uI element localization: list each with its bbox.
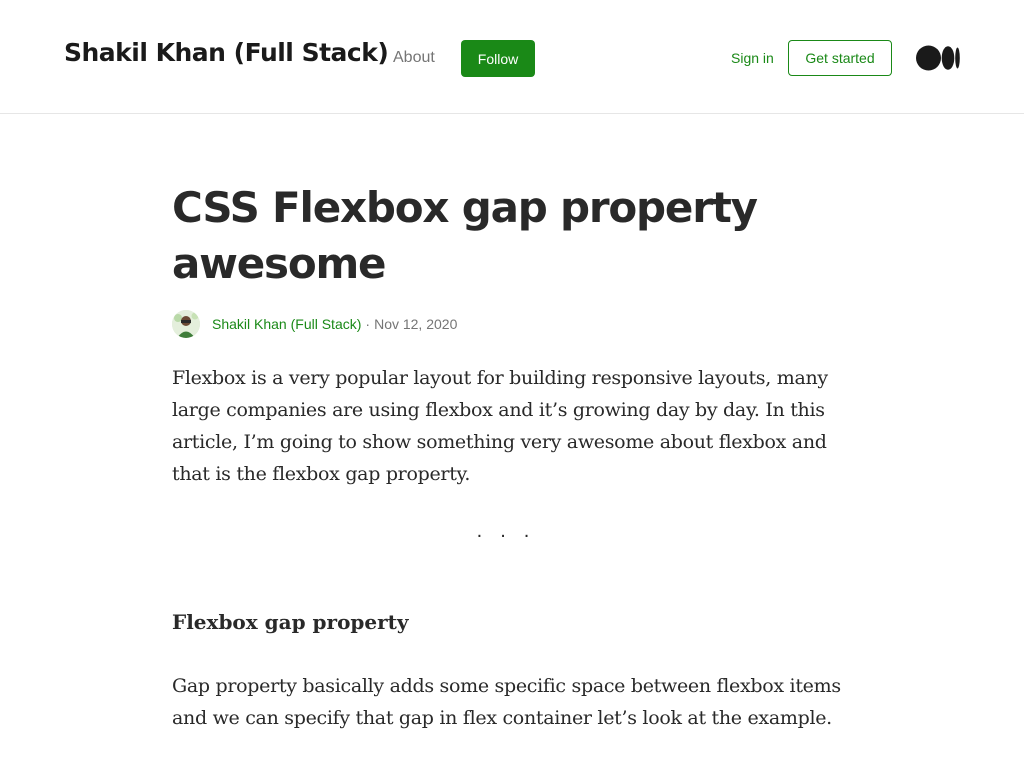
article-header: CSS Flexbox gap property awesome [172, 180, 852, 292]
article-paragraph: Flexbox is a very popular layout for bui… [172, 367, 828, 485]
article-title: CSS Flexbox gap property awesome [172, 183, 758, 288]
about-link[interactable]: About [393, 49, 435, 67]
section-heading: Flexbox gap property [172, 610, 409, 634]
medium-logo-icon[interactable] [916, 45, 960, 76]
byline-separator: · [365, 316, 371, 332]
section-separator: ... [476, 520, 548, 542]
byline: Shakil Khan (Full Stack) · Nov 12, 2020 [172, 310, 457, 338]
publication-title[interactable]: Shakil Khan (Full Stack) [64, 38, 389, 67]
get-started-button[interactable]: Get started [788, 40, 892, 76]
author-name-link[interactable]: Shakil Khan (Full Stack) [212, 316, 361, 332]
article-paragraph: Gap property basically adds some specifi… [172, 675, 841, 729]
site-header: Shakil Khan (Full Stack) About Follow Si… [0, 0, 1024, 114]
follow-button[interactable]: Follow [461, 40, 535, 77]
sign-in-link[interactable]: Sign in [731, 50, 774, 66]
avatar[interactable] [172, 310, 200, 338]
publish-date: Nov 12, 2020 [374, 316, 458, 332]
